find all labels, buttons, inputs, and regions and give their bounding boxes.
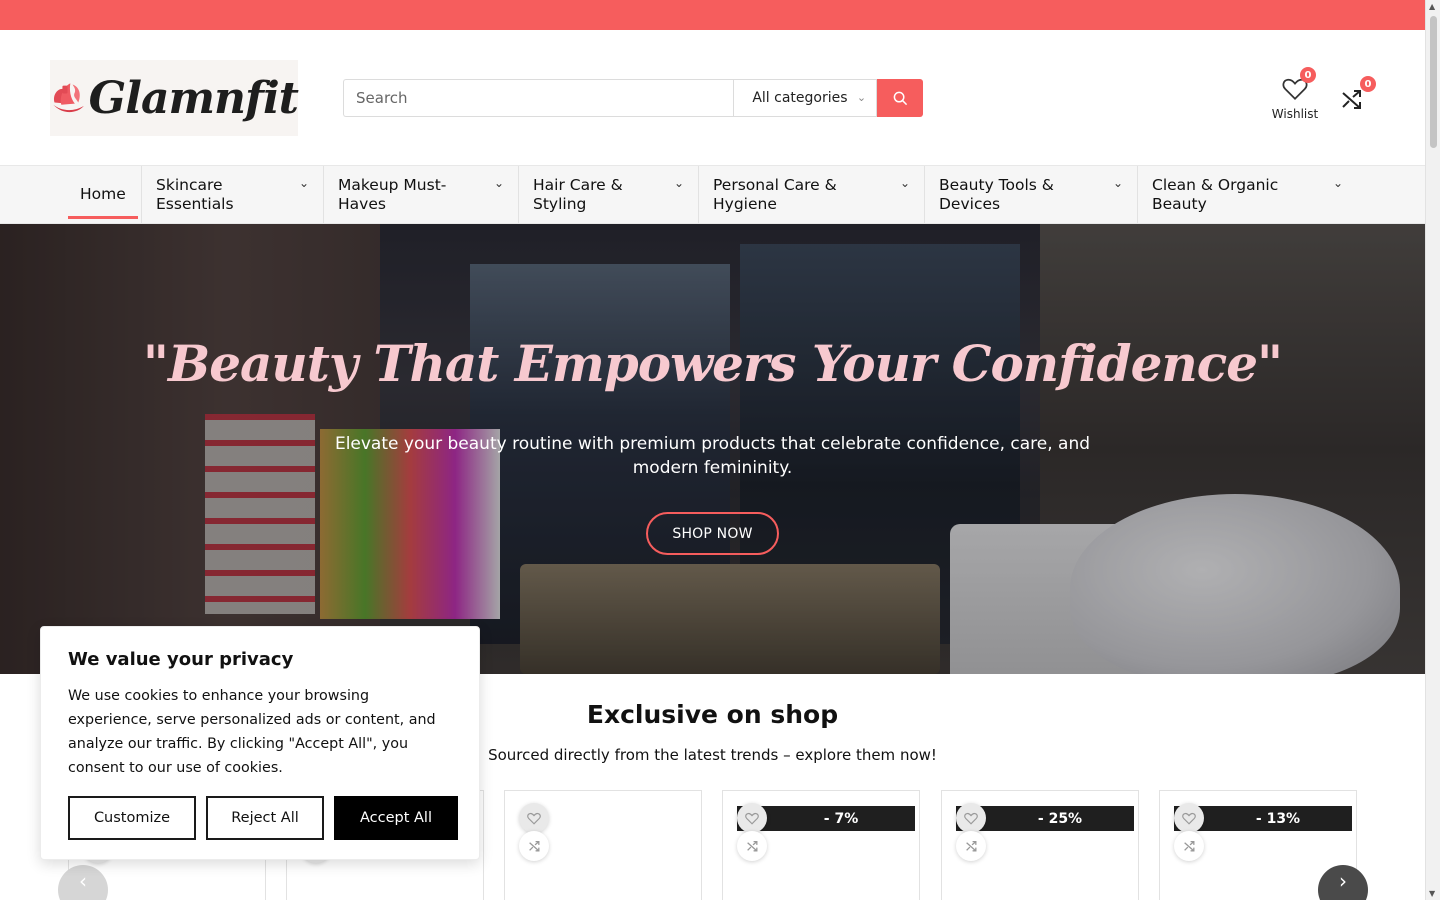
nav-item-skincare-essentials[interactable]: Skincare Essentials ⌄ bbox=[141, 166, 323, 223]
cookie-accept-all-button[interactable]: Accept All bbox=[334, 796, 458, 840]
nav-item-personal-care-hygiene[interactable]: Personal Care & Hygiene ⌄ bbox=[698, 166, 924, 223]
nav-item-label: Personal Care & Hygiene bbox=[713, 175, 837, 213]
page-scrollbar[interactable]: ▲ ▼ bbox=[1425, 0, 1440, 900]
wishlist-label: Wishlist bbox=[1271, 107, 1319, 121]
wishlist-count-badge: 0 bbox=[1300, 67, 1316, 83]
lotus-face-logo-icon bbox=[53, 83, 84, 113]
chevron-down-icon: ⌄ bbox=[493, 176, 504, 190]
nav-item-home[interactable]: Home bbox=[68, 166, 140, 223]
wishlist-add-button[interactable] bbox=[1174, 803, 1204, 833]
wishlist-add-button[interactable] bbox=[519, 803, 549, 833]
site-header: Glamnfit All categories ⌄ 0 Wishlist 0 bbox=[0, 30, 1425, 165]
top-announcement-bar bbox=[0, 0, 1425, 30]
scroll-down-arrow-icon[interactable]: ▼ bbox=[1429, 889, 1435, 898]
search-button[interactable] bbox=[877, 79, 923, 117]
site-logo[interactable]: Glamnfit bbox=[50, 60, 299, 136]
hero-banner: "Beauty That Empowers Your Confidence" E… bbox=[0, 224, 1425, 674]
wishlist-link[interactable]: 0 Wishlist bbox=[1268, 67, 1322, 123]
chevron-right-icon: › bbox=[1339, 869, 1347, 893]
scrollbar-thumb[interactable] bbox=[1430, 16, 1437, 148]
shuffle-compare-icon bbox=[1183, 840, 1194, 851]
shuffle-compare-icon bbox=[528, 840, 539, 851]
scroll-up-arrow-icon[interactable]: ▲ bbox=[1429, 2, 1435, 11]
search-icon bbox=[893, 91, 907, 105]
chevron-down-icon: ⌄ bbox=[1112, 176, 1123, 190]
cookie-reject-all-button[interactable]: Reject All bbox=[206, 796, 324, 840]
search-input[interactable] bbox=[343, 79, 734, 117]
product-card[interactable]: - 25% bbox=[941, 790, 1139, 900]
chevron-down-icon: ⌄ bbox=[673, 176, 684, 190]
wishlist-add-button[interactable] bbox=[737, 803, 767, 833]
wishlist-add-button[interactable] bbox=[956, 803, 986, 833]
compare-add-button[interactable] bbox=[737, 831, 767, 861]
heart-icon bbox=[964, 812, 978, 825]
search-bar: All categories ⌄ bbox=[343, 79, 923, 117]
chevron-down-icon: ⌄ bbox=[856, 91, 867, 104]
product-card[interactable]: - 7% bbox=[722, 790, 920, 900]
chevron-down-icon: ⌄ bbox=[298, 176, 309, 190]
compare-add-button[interactable] bbox=[519, 831, 549, 861]
nav-item-hair-care-styling[interactable]: Hair Care & Styling ⌄ bbox=[518, 166, 698, 223]
compare-add-button[interactable] bbox=[1174, 831, 1204, 861]
nav-item-home-label: Home bbox=[68, 171, 138, 219]
carousel-next-button[interactable]: › bbox=[1318, 865, 1368, 900]
nav-item-label: Beauty Tools & Devices bbox=[939, 175, 1054, 213]
nav-item-label: Makeup Must-Haves bbox=[338, 175, 447, 213]
chevron-down-icon: ⌄ bbox=[1332, 176, 1343, 190]
nav-item-label: Hair Care & Styling bbox=[533, 175, 623, 213]
shuffle-compare-icon bbox=[746, 840, 757, 851]
logo-wordmark: Glamnfit bbox=[88, 72, 299, 124]
nav-item-label: Clean & Organic Beauty bbox=[1152, 175, 1279, 213]
nav-item-clean-organic-beauty[interactable]: Clean & Organic Beauty ⌄ bbox=[1137, 166, 1357, 223]
compare-add-button[interactable] bbox=[956, 831, 986, 861]
cookie-banner-title: We value your privacy bbox=[68, 649, 294, 670]
compare-link[interactable]: 0 bbox=[1340, 76, 1380, 122]
heart-icon bbox=[1182, 812, 1196, 825]
hero-title: "Beauty That Empowers Your Confidence" bbox=[142, 334, 1283, 393]
cookie-button-group: Customize Reject All Accept All bbox=[68, 796, 458, 840]
nav-item-beauty-tools-devices[interactable]: Beauty Tools & Devices ⌄ bbox=[924, 166, 1137, 223]
chevron-down-icon: ⌄ bbox=[899, 176, 910, 190]
product-card[interactable] bbox=[504, 790, 702, 900]
main-navigation: Home Skincare Essentials ⌄ Makeup Must-H… bbox=[0, 165, 1425, 224]
shuffle-compare-icon bbox=[965, 840, 976, 851]
heart-icon bbox=[527, 812, 541, 825]
shop-now-button[interactable]: SHOP NOW bbox=[646, 512, 779, 555]
chevron-left-icon: ‹ bbox=[79, 869, 87, 893]
category-select[interactable]: All categories ⌄ bbox=[733, 79, 878, 117]
hero-subtitle: Elevate your beauty routine with premium… bbox=[334, 434, 1091, 478]
cookie-banner-text: We use cookies to enhance your browsing … bbox=[68, 688, 436, 776]
nav-item-label: Skincare Essentials bbox=[156, 175, 234, 213]
cookie-consent-banner: We value your privacy We use cookies to … bbox=[40, 626, 480, 860]
cookie-customize-button[interactable]: Customize bbox=[68, 796, 196, 840]
shuffle-compare-icon bbox=[1342, 90, 1361, 109]
nav-item-makeup-must-haves[interactable]: Makeup Must-Haves ⌄ bbox=[323, 166, 518, 223]
heart-icon bbox=[745, 812, 759, 825]
category-select-value: All categories bbox=[752, 90, 848, 106]
compare-count-badge: 0 bbox=[1360, 76, 1376, 92]
